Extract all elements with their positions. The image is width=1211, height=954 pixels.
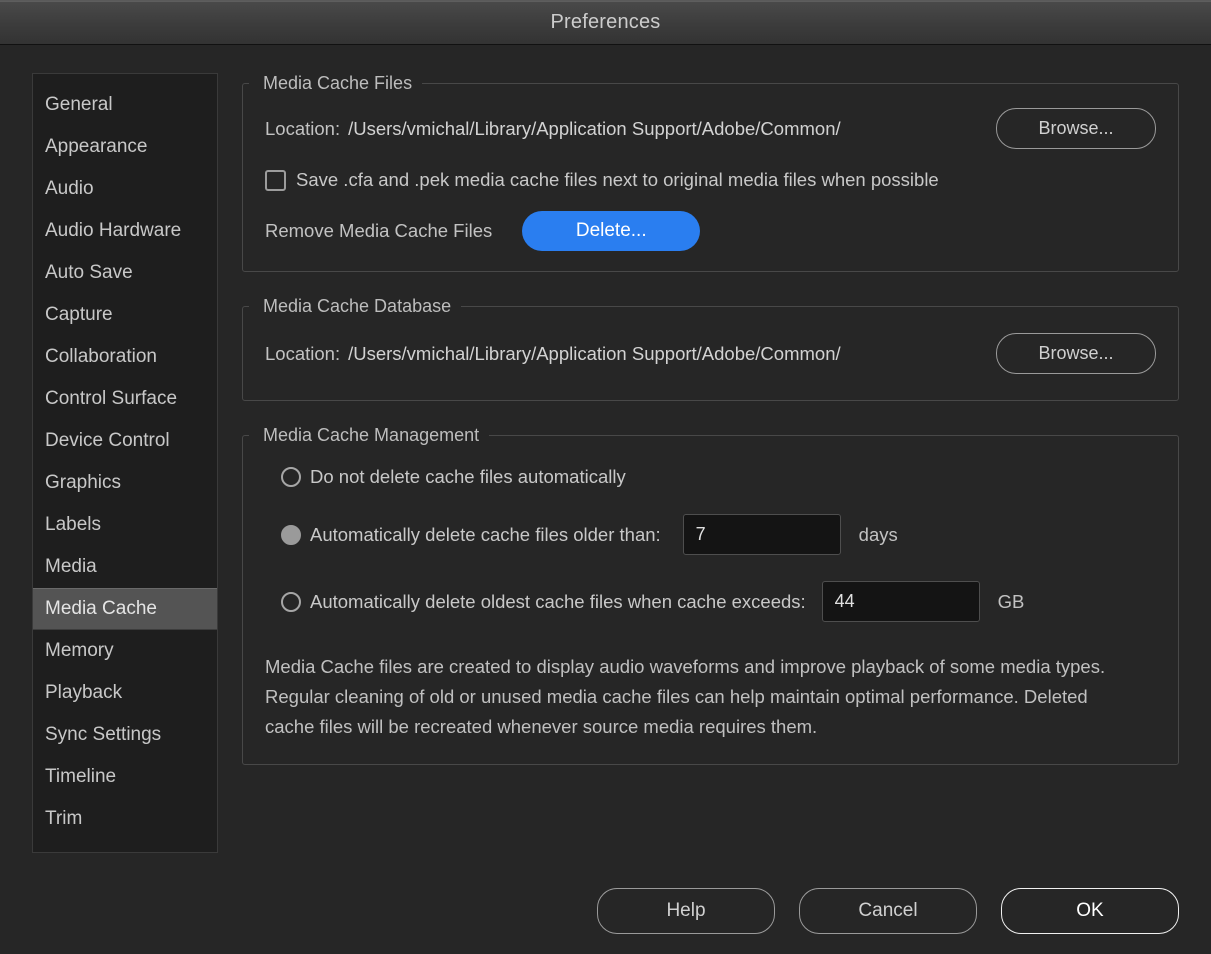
save-next-to-original-label: Save .cfa and .pek media cache files nex… (296, 169, 939, 190)
delete-media-cache-button[interactable]: Delete... (522, 211, 701, 251)
save-next-to-original-row[interactable]: Save .cfa and .pek media cache files nex… (265, 169, 1156, 191)
preferences-category-list[interactable]: General Appearance Audio Audio Hardware Auto… (32, 73, 218, 853)
sidebar-item-device-control[interactable]: Device Control (33, 420, 217, 462)
window-title: Preferences (550, 11, 661, 33)
save-next-to-original-checkbox[interactable] (265, 169, 286, 191)
ok-button[interactable]: OK (1001, 888, 1179, 934)
cache-size-input[interactable] (821, 581, 980, 622)
preferences-dialog: Preferences General Appearance Audio Audio … (0, 0, 1211, 954)
media-cache-database-legend: Media Cache Database (263, 296, 452, 316)
option-delete-when-exceeds-row[interactable]: Automatically delete oldest cache files … (265, 581, 1156, 622)
option-delete-when-exceeds-label: Automatically delete oldest cache files … (310, 590, 806, 612)
dialog-footer: Help Cancel OK (597, 888, 1179, 934)
sidebar-item-appearance[interactable]: Appearance (33, 126, 217, 168)
sidebar-item-control-surface[interactable]: Control Surface (33, 378, 217, 420)
media-cache-management-group: Media Cache Management Do not delete cac… (242, 425, 1179, 765)
days-unit-label: days (858, 523, 898, 545)
media-cache-database-location-path: /Users/vmichal/Library/Application Suppo… (348, 342, 841, 364)
media-cache-files-legend: Media Cache Files (263, 73, 413, 93)
sidebar-item-memory[interactable]: Memory (33, 630, 217, 672)
sidebar-item-auto-save[interactable]: Auto Save (33, 252, 217, 294)
media-cache-database-location-row: Location: /Users/vmichal/Library/Applica… (265, 333, 1156, 374)
days-input[interactable] (682, 514, 841, 555)
media-cache-management-body: Do not delete cache files automatically … (243, 446, 1178, 764)
option-do-not-delete-label: Do not delete cache files automatically (310, 466, 626, 487)
title-bar: Preferences (0, 0, 1211, 45)
sidebar-item-collaboration[interactable]: Collaboration (33, 336, 217, 378)
cancel-button[interactable]: Cancel (799, 888, 977, 934)
db-location-label: Location: (265, 342, 341, 364)
option-delete-when-exceeds-radio[interactable] (281, 591, 301, 612)
size-unit-label: GB (997, 590, 1025, 612)
sidebar-item-graphics[interactable]: Graphics (33, 462, 217, 504)
remove-media-cache-files-label: Remove Media Cache Files (265, 220, 493, 241)
sidebar-item-labels[interactable]: Labels (33, 504, 217, 546)
option-delete-older-than-radio[interactable] (281, 524, 301, 545)
option-delete-older-than-label: Automatically delete cache files older t… (310, 523, 661, 545)
location-label: Location: (265, 117, 341, 139)
remove-media-cache-files-row: Remove Media Cache Files Delete... (265, 211, 1156, 251)
media-cache-database-body: Location: /Users/vmichal/Library/Applica… (243, 317, 1178, 400)
media-cache-files-body: Location: /Users/vmichal/Library/Applica… (243, 94, 1178, 271)
preferences-content-pane: Media Cache Files Location: /Users/vmich… (242, 73, 1179, 789)
media-cache-management-legend: Media Cache Management (263, 425, 480, 445)
sidebar-item-sync-settings[interactable]: Sync Settings (33, 714, 217, 756)
sidebar-item-general[interactable]: General (33, 84, 217, 126)
help-button[interactable]: Help (597, 888, 775, 934)
sidebar-item-capture[interactable]: Capture (33, 294, 217, 336)
browse-media-cache-database-button[interactable]: Browse... (996, 333, 1156, 374)
sidebar-item-media[interactable]: Media (33, 546, 217, 588)
media-cache-files-group: Media Cache Files Location: /Users/vmich… (242, 73, 1179, 272)
sidebar-item-trim[interactable]: Trim (33, 798, 217, 840)
option-do-not-delete-radio[interactable] (281, 467, 301, 487)
sidebar-item-playback[interactable]: Playback (33, 672, 217, 714)
media-cache-files-location-path: /Users/vmichal/Library/Application Suppo… (348, 117, 841, 139)
dialog-body: General Appearance Audio Audio Hardware Auto… (0, 45, 1211, 954)
media-cache-description: Media Cache files are created to display… (265, 656, 1106, 737)
option-delete-older-than-row[interactable]: Automatically delete cache files older t… (265, 514, 1156, 555)
media-cache-files-location-row: Location: /Users/vmichal/Library/Applica… (265, 108, 1156, 149)
sidebar-item-media-cache[interactable]: Media Cache (33, 588, 217, 630)
sidebar-item-timeline[interactable]: Timeline (33, 756, 217, 798)
sidebar-item-audio-hardware[interactable]: Audio Hardware (33, 210, 217, 252)
option-do-not-delete-row[interactable]: Do not delete cache files automatically (265, 466, 1156, 488)
sidebar-item-audio[interactable]: Audio (33, 168, 217, 210)
browse-media-cache-files-button[interactable]: Browse... (996, 108, 1156, 149)
media-cache-database-group: Media Cache Database Location: /Users/vm… (242, 296, 1179, 401)
